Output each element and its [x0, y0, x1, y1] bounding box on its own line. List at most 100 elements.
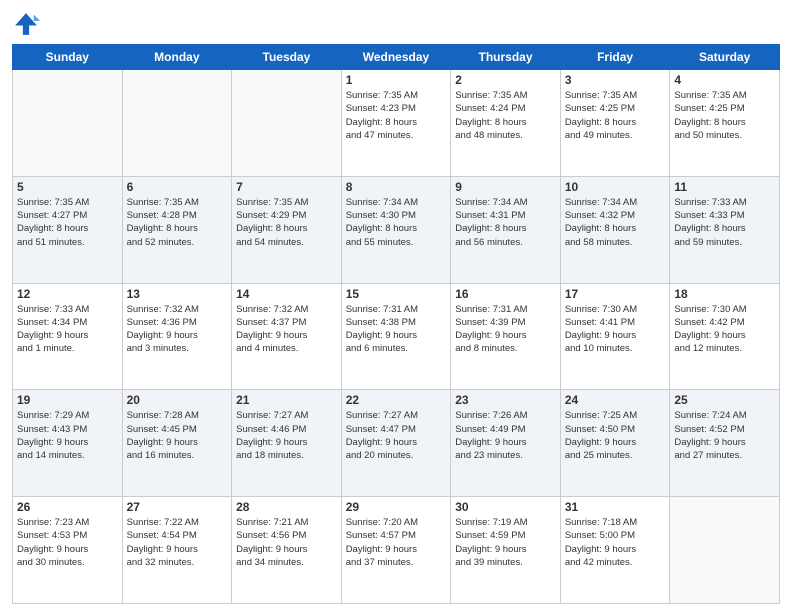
calendar-cell: 10 Sunrise: 7:34 AM Sunset: 4:32 PM Dayli… — [560, 176, 670, 283]
day-number: 11 — [674, 180, 775, 194]
day-info: Sunrise: 7:27 AM Sunset: 4:46 PM Dayligh… — [236, 409, 337, 462]
calendar-week-2: 5 Sunrise: 7:35 AM Sunset: 4:27 PM Daylig… — [13, 176, 780, 283]
calendar-cell: 6 Sunrise: 7:35 AM Sunset: 4:28 PM Daylig… — [122, 176, 232, 283]
day-number: 25 — [674, 393, 775, 407]
calendar-week-1: 1Sunrise: 7:35 AM Sunset: 4:23 PM Daylig… — [13, 70, 780, 177]
day-info: Sunrise: 7:34 AM Sunset: 4:32 PM Dayligh… — [565, 196, 666, 249]
day-info: Sunrise: 7:35 AM Sunset: 4:23 PM Dayligh… — [346, 89, 447, 142]
day-info: Sunrise: 7:34 AM Sunset: 4:31 PM Dayligh… — [455, 196, 556, 249]
day-number: 19 — [17, 393, 118, 407]
calendar-cell — [670, 497, 780, 604]
calendar-cell: 25 Sunrise: 7:24 AM Sunset: 4:52 PM Dayli… — [670, 390, 780, 497]
calendar-week-3: 12 Sunrise: 7:33 AM Sunset: 4:34 PM Dayli… — [13, 283, 780, 390]
day-number: 22 — [346, 393, 447, 407]
day-number: 6 — [127, 180, 228, 194]
calendar-cell: 17Sunrise: 7:30 AM Sunset: 4:41 PM Dayli… — [560, 283, 670, 390]
calendar-cell: 12 Sunrise: 7:33 AM Sunset: 4:34 PM Dayli… — [13, 283, 123, 390]
day-info: Sunrise: 7:28 AM Sunset: 4:45 PM Dayligh… — [127, 409, 228, 462]
calendar-cell: 8 Sunrise: 7:34 AM Sunset: 4:30 PM Daylig… — [341, 176, 451, 283]
calendar-table: SundayMondayTuesdayWednesdayThursdayFrid… — [12, 44, 780, 604]
weekday-header-sunday: Sunday — [13, 45, 123, 70]
day-number: 16 — [455, 287, 556, 301]
calendar-cell: 3 Sunrise: 7:35 AM Sunset: 4:25 PM Daylig… — [560, 70, 670, 177]
calendar-cell — [232, 70, 342, 177]
calendar-cell: 30Sunrise: 7:19 AM Sunset: 4:59 PM Dayli… — [451, 497, 561, 604]
calendar-cell: 7 Sunrise: 7:35 AM Sunset: 4:29 PM Daylig… — [232, 176, 342, 283]
calendar-cell: 27 Sunrise: 7:22 AM Sunset: 4:54 PM Dayli… — [122, 497, 232, 604]
day-number: 8 — [346, 180, 447, 194]
day-number: 20 — [127, 393, 228, 407]
day-info: Sunrise: 7:23 AM Sunset: 4:53 PM Dayligh… — [17, 516, 118, 569]
calendar-cell: 21 Sunrise: 7:27 AM Sunset: 4:46 PM Dayli… — [232, 390, 342, 497]
day-info: Sunrise: 7:35 AM Sunset: 4:27 PM Dayligh… — [17, 196, 118, 249]
day-info: Sunrise: 7:33 AM Sunset: 4:33 PM Dayligh… — [674, 196, 775, 249]
day-number: 7 — [236, 180, 337, 194]
day-info: Sunrise: 7:27 AM Sunset: 4:47 PM Dayligh… — [346, 409, 447, 462]
day-number: 30 — [455, 500, 556, 514]
calendar-cell: 26 Sunrise: 7:23 AM Sunset: 4:53 PM Dayli… — [13, 497, 123, 604]
day-number: 13 — [127, 287, 228, 301]
day-number: 18 — [674, 287, 775, 301]
day-number: 10 — [565, 180, 666, 194]
day-info: Sunrise: 7:34 AM Sunset: 4:30 PM Dayligh… — [346, 196, 447, 249]
weekday-header-tuesday: Tuesday — [232, 45, 342, 70]
calendar-cell: 11 Sunrise: 7:33 AM Sunset: 4:33 PM Dayli… — [670, 176, 780, 283]
day-info: Sunrise: 7:24 AM Sunset: 4:52 PM Dayligh… — [674, 409, 775, 462]
day-info: Sunrise: 7:22 AM Sunset: 4:54 PM Dayligh… — [127, 516, 228, 569]
day-number: 17 — [565, 287, 666, 301]
day-number: 12 — [17, 287, 118, 301]
calendar-cell: 1Sunrise: 7:35 AM Sunset: 4:23 PM Daylig… — [341, 70, 451, 177]
day-number: 3 — [565, 73, 666, 87]
calendar-cell: 4 Sunrise: 7:35 AM Sunset: 4:25 PM Daylig… — [670, 70, 780, 177]
calendar-cell: 20 Sunrise: 7:28 AM Sunset: 4:45 PM Dayli… — [122, 390, 232, 497]
day-info: Sunrise: 7:32 AM Sunset: 4:37 PM Dayligh… — [236, 303, 337, 356]
calendar-cell: 23 Sunrise: 7:26 AM Sunset: 4:49 PM Dayli… — [451, 390, 561, 497]
day-info: Sunrise: 7:35 AM Sunset: 4:24 PM Dayligh… — [455, 89, 556, 142]
page-container: SundayMondayTuesdayWednesdayThursdayFrid… — [0, 0, 792, 612]
day-info: Sunrise: 7:20 AM Sunset: 4:57 PM Dayligh… — [346, 516, 447, 569]
day-number: 14 — [236, 287, 337, 301]
day-info: Sunrise: 7:31 AM Sunset: 4:39 PM Dayligh… — [455, 303, 556, 356]
calendar-cell: 14 Sunrise: 7:32 AM Sunset: 4:37 PM Dayli… — [232, 283, 342, 390]
day-info: Sunrise: 7:18 AM Sunset: 5:00 PM Dayligh… — [565, 516, 666, 569]
day-number: 27 — [127, 500, 228, 514]
day-info: Sunrise: 7:29 AM Sunset: 4:43 PM Dayligh… — [17, 409, 118, 462]
day-number: 26 — [17, 500, 118, 514]
day-info: Sunrise: 7:33 AM Sunset: 4:34 PM Dayligh… — [17, 303, 118, 356]
day-number: 29 — [346, 500, 447, 514]
day-info: Sunrise: 7:35 AM Sunset: 4:25 PM Dayligh… — [565, 89, 666, 142]
calendar-cell: 29 Sunrise: 7:20 AM Sunset: 4:57 PM Dayli… — [341, 497, 451, 604]
day-info: Sunrise: 7:31 AM Sunset: 4:38 PM Dayligh… — [346, 303, 447, 356]
calendar-cell: 19 Sunrise: 7:29 AM Sunset: 4:43 PM Dayli… — [13, 390, 123, 497]
day-info: Sunrise: 7:35 AM Sunset: 4:29 PM Dayligh… — [236, 196, 337, 249]
day-info: Sunrise: 7:35 AM Sunset: 4:25 PM Dayligh… — [674, 89, 775, 142]
calendar-cell: 28 Sunrise: 7:21 AM Sunset: 4:56 PM Dayli… — [232, 497, 342, 604]
day-number: 4 — [674, 73, 775, 87]
day-number: 24 — [565, 393, 666, 407]
calendar-cell — [122, 70, 232, 177]
day-number: 5 — [17, 180, 118, 194]
header — [12, 10, 780, 38]
day-info: Sunrise: 7:35 AM Sunset: 4:28 PM Dayligh… — [127, 196, 228, 249]
day-info: Sunrise: 7:32 AM Sunset: 4:36 PM Dayligh… — [127, 303, 228, 356]
weekday-header-saturday: Saturday — [670, 45, 780, 70]
day-number: 9 — [455, 180, 556, 194]
calendar-cell: 22 Sunrise: 7:27 AM Sunset: 4:47 PM Dayli… — [341, 390, 451, 497]
day-number: 23 — [455, 393, 556, 407]
weekday-header-friday: Friday — [560, 45, 670, 70]
calendar-week-5: 26 Sunrise: 7:23 AM Sunset: 4:53 PM Dayli… — [13, 497, 780, 604]
calendar-cell: 31Sunrise: 7:18 AM Sunset: 5:00 PM Dayli… — [560, 497, 670, 604]
weekday-header-wednesday: Wednesday — [341, 45, 451, 70]
day-info: Sunrise: 7:25 AM Sunset: 4:50 PM Dayligh… — [565, 409, 666, 462]
calendar-cell: 16 Sunrise: 7:31 AM Sunset: 4:39 PM Dayli… — [451, 283, 561, 390]
day-info: Sunrise: 7:26 AM Sunset: 4:49 PM Dayligh… — [455, 409, 556, 462]
day-info: Sunrise: 7:21 AM Sunset: 4:56 PM Dayligh… — [236, 516, 337, 569]
calendar-cell: 9 Sunrise: 7:34 AM Sunset: 4:31 PM Daylig… — [451, 176, 561, 283]
calendar-cell: 18Sunrise: 7:30 AM Sunset: 4:42 PM Dayli… — [670, 283, 780, 390]
weekday-header-monday: Monday — [122, 45, 232, 70]
logo — [12, 10, 44, 38]
day-number: 28 — [236, 500, 337, 514]
day-number: 2 — [455, 73, 556, 87]
day-number: 21 — [236, 393, 337, 407]
calendar-cell: 24 Sunrise: 7:25 AM Sunset: 4:50 PM Dayli… — [560, 390, 670, 497]
